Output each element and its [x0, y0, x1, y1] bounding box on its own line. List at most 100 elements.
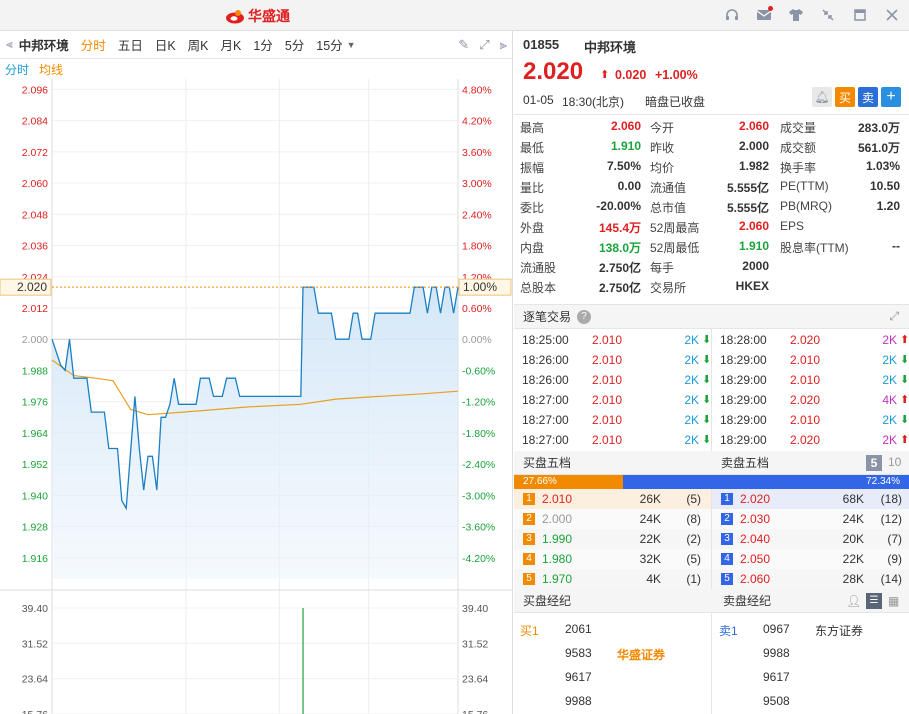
quote-time: 18:30(北京): [562, 95, 625, 109]
stat-value: 2.060: [738, 219, 769, 233]
stat-value: 5.555亿: [726, 201, 769, 215]
pct-tick-label: 0.60%: [462, 303, 492, 315]
stat-label: 流通股: [520, 261, 557, 275]
ask-broker-id-4[interactable]: 9508: [763, 694, 790, 708]
stat-label: 昨收: [650, 141, 675, 155]
bid-broker-name[interactable]: 华盛证券: [617, 646, 665, 663]
stats-grid: 最高 2.060 今开 2.060 成交量 283.0万 最低 1.910 昨收 2.000 成交额…: [514, 115, 909, 305]
tab-15min[interactable]: 15分: [316, 35, 342, 54]
ask-level-row[interactable]: 4 2.050 22K (9): [712, 549, 909, 569]
minimize-icon[interactable]: [819, 6, 837, 24]
intraday-chart[interactable]: 2.096 4.80% 2.084 4.20% 2.072 3.60% 2.060 3.00%…: [0, 79, 513, 714]
fullscreen-icon[interactable]: ⤢: [479, 37, 489, 53]
tab-week-k[interactable]: 周K: [188, 35, 209, 54]
price-tick-label: 1.940: [22, 490, 48, 502]
ask-broker-id-2[interactable]: 9988: [763, 646, 790, 660]
bid-level-row[interactable]: 4 1.980 32K (5): [514, 549, 711, 569]
grid-view-icon[interactable]: ▦: [888, 594, 899, 608]
close-icon[interactable]: [883, 6, 901, 24]
ask-broker-name[interactable]: 东方证券: [815, 622, 863, 639]
price-tick-label: 2.072: [22, 147, 48, 159]
price-tick-label: 1.928: [22, 522, 48, 534]
toolbar-stock-name: 中邦环境: [18, 39, 69, 53]
collapse-left-icon[interactable]: ⫷: [6, 37, 13, 52]
level-badge: 4: [721, 553, 733, 565]
tick-row: 18:28:00 2.020 2K ⬆: [514, 333, 909, 353]
level-volume: 68K: [842, 492, 864, 506]
price-tick-label: 1.976: [22, 397, 48, 409]
price-change-pct: +1.00%: [655, 68, 698, 82]
tab-intraday[interactable]: 分时: [81, 35, 106, 54]
ask-level-row[interactable]: 5 2.060 28K (14): [712, 569, 909, 589]
stat-value: 1.03%: [865, 159, 900, 173]
tick-volume: 2K: [882, 433, 897, 447]
bid-level-row[interactable]: 3 1.990 22K (2): [514, 529, 711, 549]
legend-price-line: 分时: [5, 62, 30, 77]
bid-level-row[interactable]: 5 1.970 4K (1): [514, 569, 711, 589]
bid-level-row[interactable]: 1 2.010 26K (5): [514, 489, 711, 509]
skin-icon[interactable]: [787, 6, 805, 24]
tick-time: 18:29:00: [720, 393, 767, 407]
tab-five-day[interactable]: 五日: [118, 35, 143, 54]
tick-volume: 2K: [882, 353, 897, 367]
tick-row: 18:29:00 2.010 2K ⬇: [514, 413, 909, 433]
buy-button[interactable]: 买: [835, 87, 855, 107]
help-icon[interactable]: ?: [577, 309, 592, 324]
level-badge: 3: [523, 533, 535, 545]
quote-header: 01855 中邦环境 2.020 ⬆ 0.020 +1.00% 01-05 18…: [514, 31, 909, 115]
pct-tick-label: -1.80%: [462, 428, 495, 440]
stat-label: 成交量: [780, 121, 817, 135]
pct-tick-label: 0.00%: [462, 334, 492, 346]
collapse-right-icon[interactable]: ⫸: [500, 37, 507, 53]
level-price: 2.060: [740, 572, 771, 586]
chart-legend: 分时 均线: [0, 59, 513, 79]
draw-pen-icon[interactable]: ✎: [458, 37, 469, 53]
list-view-icon[interactable]: ☰: [866, 593, 882, 609]
price-tick-label: 2.000: [22, 334, 48, 346]
pct-tick-label: -3.60%: [462, 522, 495, 534]
broker-divider: [711, 613, 712, 714]
tab-month-k[interactable]: 月K: [221, 35, 242, 54]
arrow-up-icon: ⬆: [900, 394, 909, 406]
ask-broker-id-1[interactable]: 0967: [763, 622, 790, 636]
stat-label: 交易所: [650, 281, 687, 295]
level-orders: (5): [686, 552, 701, 566]
sell-button[interactable]: 卖: [858, 87, 878, 107]
alert-bell-icon[interactable]: 🔔︎: [812, 87, 832, 107]
tab-day-k[interactable]: 日K: [155, 35, 176, 54]
tick-trades: 逐笔交易 ? ⤢ 18:25:00 2.010 2K ⬇ 18:26:00 2.010 2K…: [514, 305, 909, 451]
ask-broker-level: 卖1: [719, 624, 738, 638]
headset-icon[interactable]: [723, 6, 741, 24]
ask-level-row[interactable]: 2 2.030 24K (12): [712, 509, 909, 529]
ask-level-row[interactable]: 3 2.040 20K (7): [712, 529, 909, 549]
depth-5-toggle[interactable]: 5: [866, 455, 882, 471]
volume-tick-label-right: 15.76: [462, 709, 488, 714]
level-badge: 4: [523, 553, 535, 565]
bid-level-row[interactable]: 2 2.000 24K (8): [514, 509, 711, 529]
ask-level-row[interactable]: 1 2.020 68K (18): [712, 489, 909, 509]
chevron-down-icon[interactable]: ▼: [347, 40, 356, 50]
tab-5min[interactable]: 5分: [285, 35, 304, 54]
tick-row: 18:29:00 2.020 4K ⬆: [514, 393, 909, 413]
depth-10-toggle[interactable]: 10: [888, 455, 901, 469]
level-price: 2.010: [542, 492, 573, 506]
bid-broker-id-1[interactable]: 2061: [565, 622, 592, 636]
stat-label: 委比: [520, 201, 545, 215]
add-watchlist-button[interactable]: +: [881, 87, 901, 107]
stock-name: 中邦环境: [584, 40, 637, 55]
price-tick-label: 2.060: [22, 178, 48, 190]
bid-broker-id-3[interactable]: 9617: [565, 670, 592, 684]
tab-1min[interactable]: 1分: [253, 35, 272, 54]
arrow-up-icon: ⬆: [900, 334, 909, 346]
bid-broker-id-2[interactable]: 9583: [565, 646, 592, 660]
bid-broker-id-4[interactable]: 9988: [565, 694, 592, 708]
ask-broker-id-3[interactable]: 9617: [763, 670, 790, 684]
user-icon[interactable]: 👤︎: [846, 594, 861, 608]
bid-broker-title: 买盘经纪: [523, 594, 572, 608]
expand-icon[interactable]: ⤢: [889, 309, 899, 324]
legend-avg-line: 均线: [39, 62, 64, 77]
mail-icon[interactable]: [755, 6, 773, 24]
level-badge: 2: [721, 513, 733, 525]
level-price: 2.040: [740, 532, 771, 546]
restore-icon[interactable]: [851, 6, 869, 24]
